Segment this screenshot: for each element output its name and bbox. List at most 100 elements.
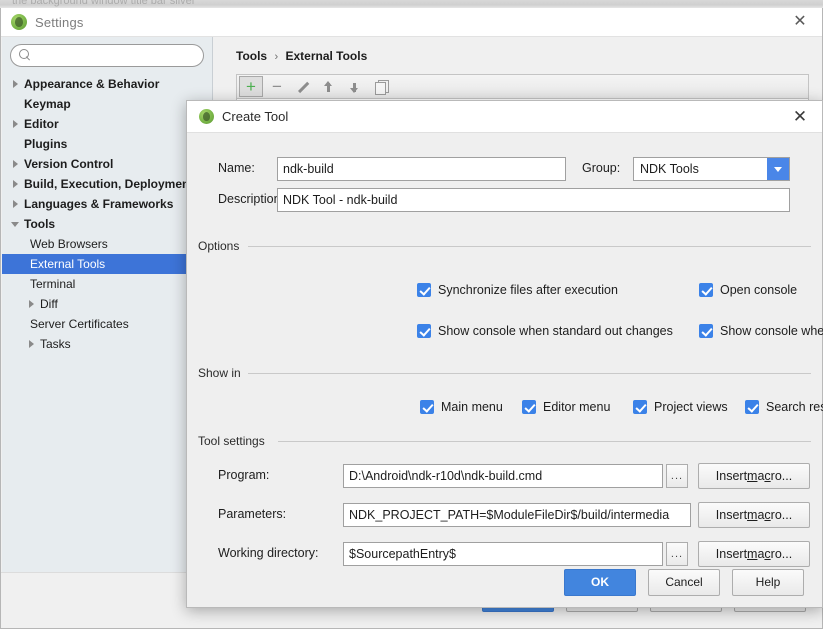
chevron-right-icon[interactable] [8, 156, 24, 172]
chevron-down-icon[interactable] [8, 216, 24, 232]
settings-search-box[interactable] [10, 44, 204, 67]
sidebar-item-diff[interactable]: Diff [2, 294, 212, 314]
chevron-right-icon[interactable] [8, 196, 24, 212]
sidebar-item-label: Build, Execution, Deployment [24, 177, 194, 191]
sidebar-item-languages-frameworks[interactable]: Languages & Frameworks [2, 194, 212, 214]
checkbox-show-console-stderr[interactable]: Show console when standard error changes [699, 324, 823, 338]
sidebar-item-plugins[interactable]: Plugins [2, 134, 212, 154]
sidebar-item-build-execution-deployment[interactable]: Build, Execution, Deployment [2, 174, 212, 194]
android-studio-icon [11, 14, 27, 30]
chevron-right-icon[interactable] [8, 116, 24, 132]
checkbox-label: Editor menu [543, 400, 611, 414]
checkbox-indicator[interactable] [522, 400, 536, 414]
checkbox-indicator[interactable] [420, 400, 434, 414]
settings-category-tree: Appearance & Behavior Keymap Editor Plugins… [2, 74, 212, 354]
close-icon[interactable]: ✕ [778, 101, 822, 132]
checkbox-main-menu[interactable]: Main menu [420, 400, 503, 414]
options-divider [248, 246, 811, 247]
sidebar-item-version-control[interactable]: Version Control [2, 154, 212, 174]
checkbox-open-console[interactable]: Open console [699, 283, 797, 297]
parameters-input[interactable] [343, 503, 691, 527]
checkbox-synchronize-files[interactable]: Synchronize files after execution [417, 283, 618, 297]
chevron-right-icon[interactable] [8, 76, 24, 92]
sidebar-item-label: Terminal [30, 277, 76, 291]
checkbox-show-console-stdout[interactable]: Show console when standard out changes [417, 324, 673, 338]
remove-tool-button[interactable]: − [265, 76, 289, 97]
sidebar-item-label: Editor [24, 117, 59, 131]
copy-tool-button[interactable] [369, 76, 393, 97]
sidebar-item-label: Keymap [24, 97, 71, 111]
breadcrumb-leaf: External Tools [285, 49, 368, 63]
sidebar-item-label: Plugins [24, 137, 68, 151]
checkbox-indicator[interactable] [745, 400, 759, 414]
program-label: Program: [218, 468, 270, 482]
insert-macro-pre: Insert [715, 469, 748, 483]
dialog-cancel-button[interactable]: Cancel [648, 568, 720, 596]
sidebar-item-editor[interactable]: Editor [2, 114, 212, 134]
insert-macro-mnemonic: m [747, 469, 758, 483]
copy-icon [374, 79, 389, 95]
checkbox-indicator[interactable] [699, 283, 713, 297]
sidebar-item-external-tools[interactable]: External Tools [2, 254, 212, 274]
dialog-titlebar: Create Tool ✕ [187, 101, 822, 133]
chevron-right-icon[interactable] [8, 176, 24, 192]
group-combobox[interactable]: NDK Tools [633, 157, 790, 181]
insert-macro-post: ro... [770, 508, 793, 522]
insert-macro-mid: a [757, 508, 765, 522]
parameters-label: Parameters: [218, 507, 287, 521]
edit-tool-button[interactable] [291, 76, 315, 97]
move-down-button[interactable] [343, 76, 367, 97]
insert-macro-mnemonic: m [747, 508, 758, 522]
program-insert-macro-button[interactable]: Insert m a c ro... [698, 463, 810, 489]
insert-macro-post: ro... [770, 469, 793, 483]
checkbox-indicator[interactable] [699, 324, 713, 338]
show-in-legend: Show in [198, 366, 247, 380]
settings-sidebar: Appearance & Behavior Keymap Editor Plugins… [2, 37, 213, 599]
sidebar-item-label: Web Browsers [30, 237, 108, 251]
create-tool-dialog: Create Tool ✕ Name: Group: NDK Tools Des… [186, 100, 823, 608]
sidebar-item-label: Diff [40, 297, 58, 311]
close-icon[interactable]: ✕ [778, 8, 822, 36]
program-input[interactable] [343, 464, 663, 488]
group-label: Group: [582, 161, 621, 175]
checkbox-indicator[interactable] [417, 283, 431, 297]
options-legend: Options [198, 239, 246, 253]
sidebar-item-server-certificates[interactable]: Server Certificates [2, 314, 212, 334]
sidebar-item-keymap[interactable]: Keymap [2, 94, 212, 114]
checkbox-search-results[interactable]: Search results [745, 400, 823, 414]
name-input[interactable] [277, 157, 566, 181]
sidebar-item-tasks[interactable]: Tasks [2, 334, 212, 354]
sidebar-item-tools[interactable]: Tools [2, 214, 212, 234]
parameters-insert-macro-button[interactable]: Insert m a c ro... [698, 502, 810, 528]
program-browse-button[interactable]: ... [666, 464, 688, 488]
checkbox-indicator[interactable] [633, 400, 647, 414]
chevron-right-icon[interactable] [24, 336, 40, 352]
options-group: Options Synchronize files after executio… [198, 239, 823, 342]
dialog-ok-button[interactable]: OK [564, 568, 636, 596]
checkbox-label: Synchronize files after execution [438, 283, 618, 297]
sidebar-item-web-browsers[interactable]: Web Browsers [2, 234, 212, 254]
background-window-title: the background window title bar sliver [12, 0, 196, 7]
breadcrumb-root[interactable]: Tools [236, 49, 267, 63]
settings-titlebar: Settings ✕ [1, 8, 822, 37]
sidebar-item-appearance-behavior[interactable]: Appearance & Behavior [2, 74, 212, 94]
description-input[interactable] [277, 188, 790, 212]
sidebar-item-label: Appearance & Behavior [24, 77, 160, 91]
chevron-right-icon[interactable] [24, 296, 40, 312]
search-input[interactable] [37, 47, 203, 64]
checkbox-indicator[interactable] [417, 324, 431, 338]
screen-root: the background window title bar sliver S… [0, 0, 823, 629]
name-label: Name: [218, 161, 255, 175]
move-up-button[interactable] [317, 76, 341, 97]
dialog-help-button[interactable]: Help [732, 568, 804, 596]
sidebar-item-label: Version Control [24, 157, 114, 171]
sidebar-item-terminal[interactable]: Terminal [2, 274, 212, 294]
add-tool-button[interactable]: + [239, 76, 263, 97]
sidebar-item-label: Tasks [40, 337, 71, 351]
checkbox-project-views[interactable]: Project views [633, 400, 728, 414]
chevron-down-icon[interactable] [767, 158, 789, 180]
checkbox-editor-menu[interactable]: Editor menu [522, 400, 610, 414]
ellipsis-icon: ... [670, 470, 684, 482]
checkbox-label: Project views [654, 400, 728, 414]
search-wrapper [2, 37, 212, 71]
